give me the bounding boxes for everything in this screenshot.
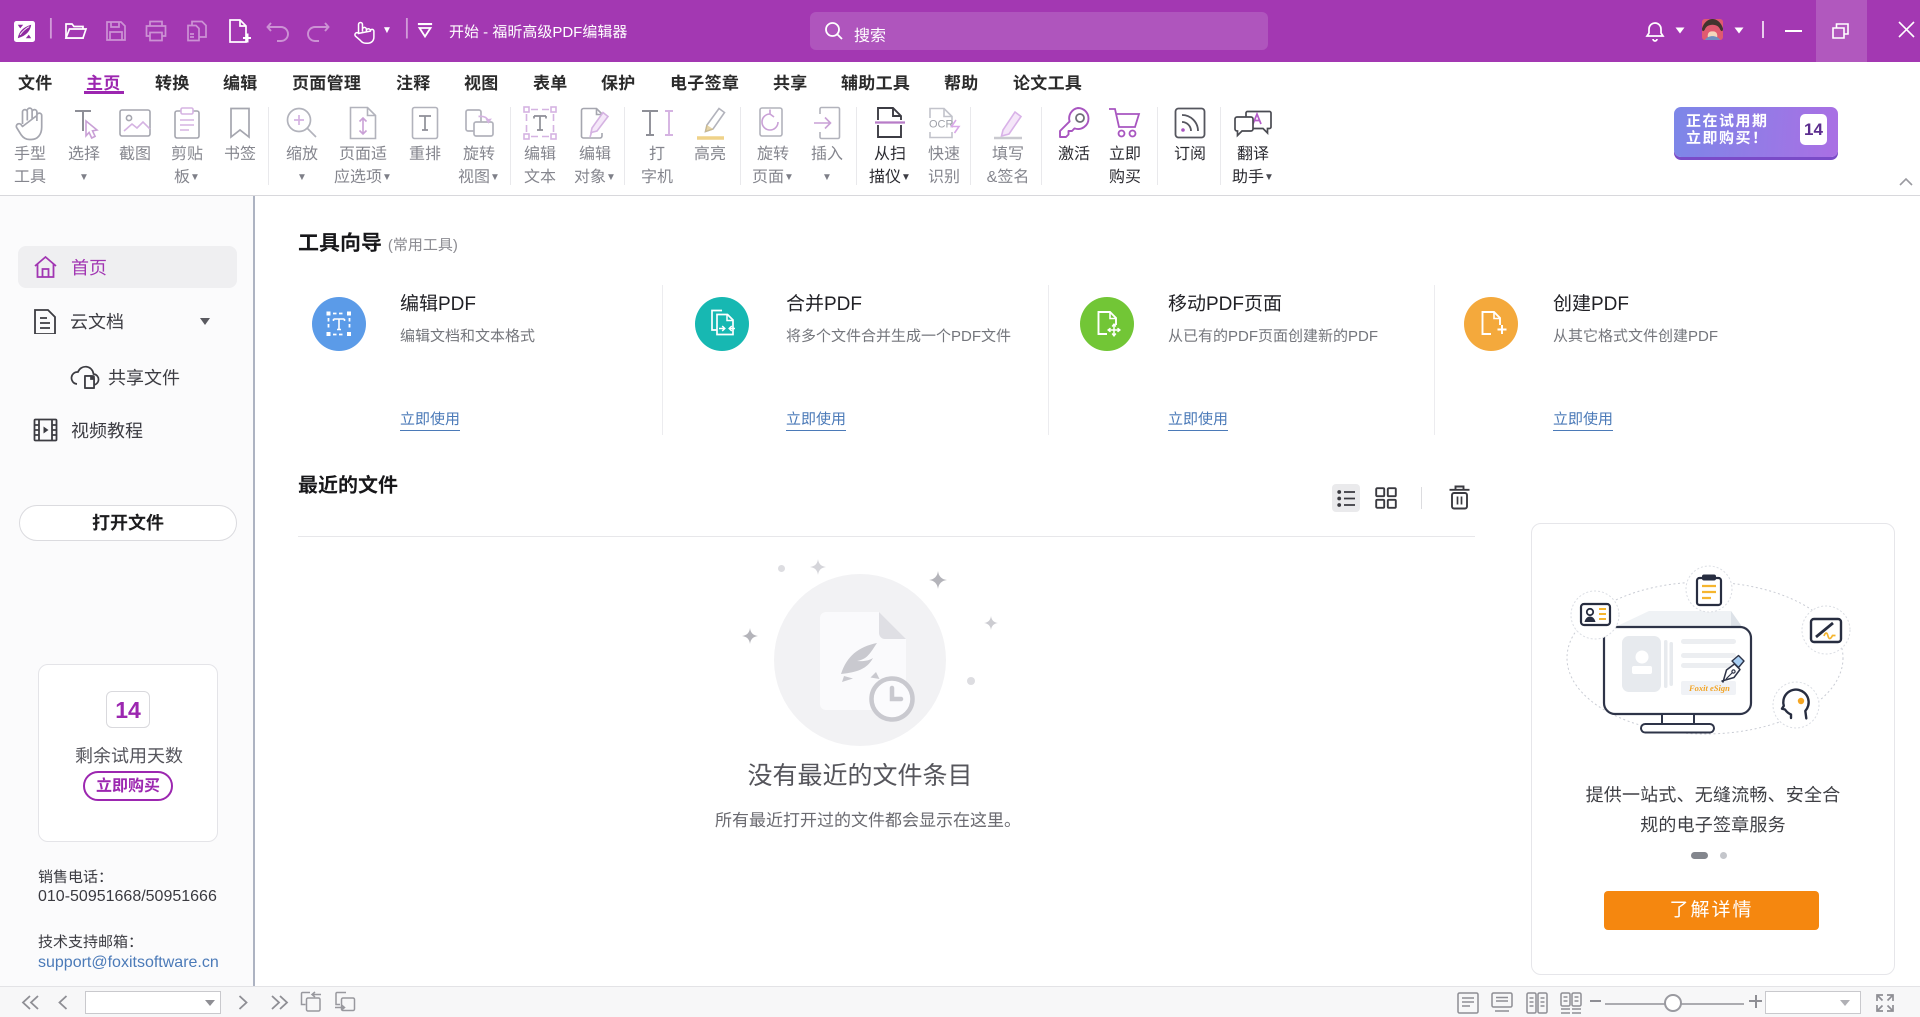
- svg-text:OCR: OCR: [929, 118, 954, 130]
- svg-text:Foxit eSign: Foxit eSign: [1688, 683, 1730, 693]
